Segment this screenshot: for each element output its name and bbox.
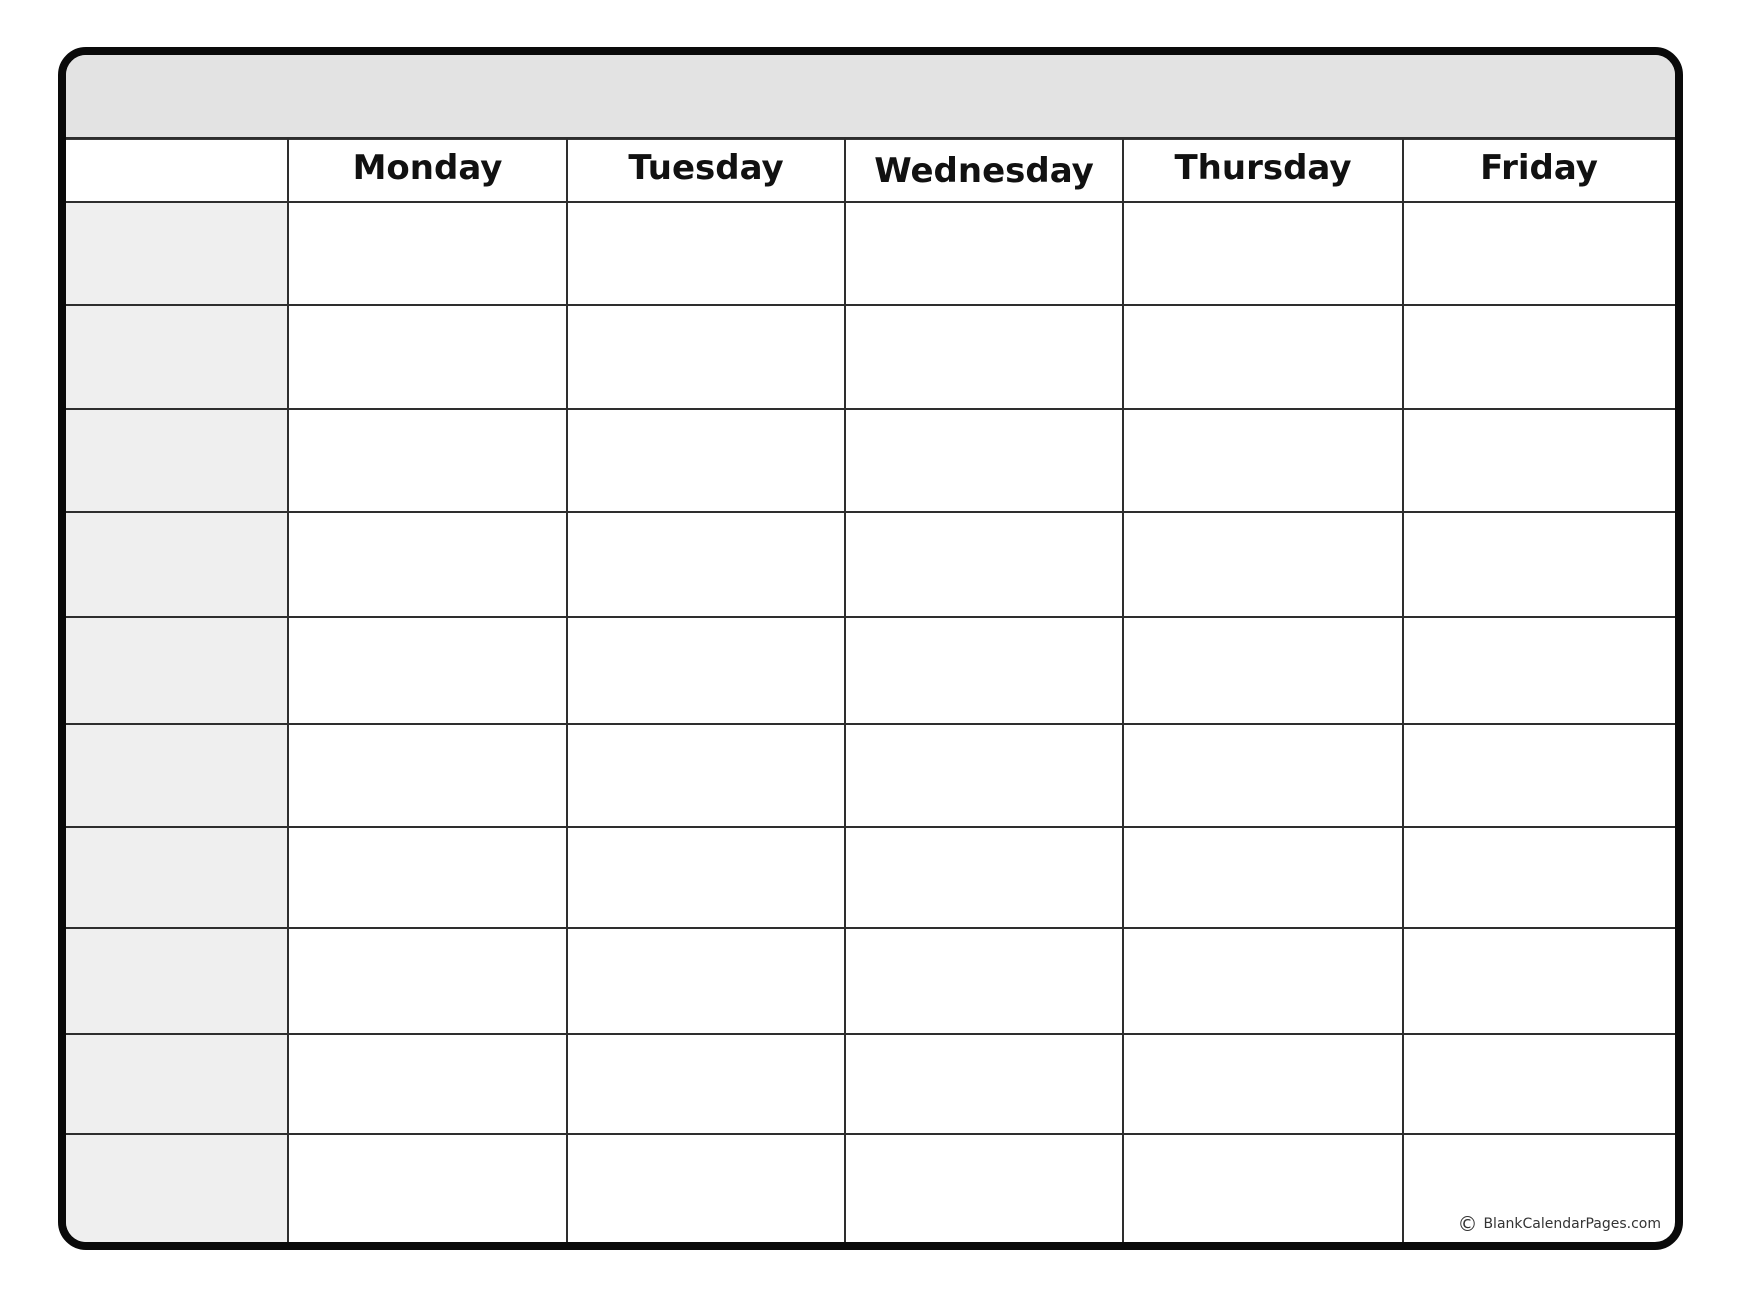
day-header-friday: Friday xyxy=(1480,148,1598,188)
schedule-cell-thursday[interactable] xyxy=(1123,305,1403,409)
schedule-cell-thursday[interactable] xyxy=(1123,1134,1403,1242)
grid-column-divider xyxy=(566,138,568,1242)
schedule-cell-tuesday[interactable] xyxy=(567,617,845,724)
schedule-cell-monday[interactable] xyxy=(288,617,567,724)
day-header-monday: Monday xyxy=(352,148,503,188)
schedule-cell-thursday[interactable] xyxy=(1123,202,1403,305)
schedule-cell-wednesday[interactable] xyxy=(845,724,1123,827)
schedule-cell-wednesday[interactable] xyxy=(845,617,1123,724)
schedule-cell-tuesday[interactable] xyxy=(567,827,845,928)
schedule-cell-thursday[interactable] xyxy=(1123,827,1403,928)
schedule-cell-wednesday[interactable] xyxy=(845,928,1123,1034)
grid-column-divider xyxy=(1122,138,1124,1242)
schedule-cell-monday[interactable] xyxy=(288,724,567,827)
schedule-cell-tuesday[interactable] xyxy=(567,305,845,409)
calendar-grid: Monday Tuesday Wednesday Thursday Friday xyxy=(66,55,1675,1242)
schedule-cell-monday[interactable] xyxy=(288,305,567,409)
grid-row-divider xyxy=(66,927,1675,929)
time-slot-label[interactable] xyxy=(66,512,288,617)
grid-row-divider xyxy=(66,1033,1675,1035)
grid-row-divider xyxy=(66,201,1675,203)
schedule-cell-friday[interactable] xyxy=(1403,305,1675,409)
schedule-cell-friday[interactable] xyxy=(1403,724,1675,827)
grid-row-divider xyxy=(66,304,1675,306)
schedule-cell-thursday[interactable] xyxy=(1123,512,1403,617)
schedule-cell-friday[interactable] xyxy=(1403,512,1675,617)
grid-column-divider xyxy=(1402,138,1404,1242)
schedule-cell-thursday[interactable] xyxy=(1123,409,1403,512)
grid-row-divider xyxy=(66,408,1675,410)
grid-column-divider xyxy=(844,138,846,1242)
schedule-cell-friday[interactable] xyxy=(1403,928,1675,1034)
schedule-cell-monday[interactable] xyxy=(288,827,567,928)
schedule-cell-tuesday[interactable] xyxy=(567,202,845,305)
time-slot-label[interactable] xyxy=(66,827,288,928)
grid-row-divider xyxy=(66,616,1675,618)
header-corner-cell xyxy=(66,138,288,202)
copyright-icon: © xyxy=(1457,1212,1478,1236)
grid-row-divider xyxy=(66,511,1675,513)
copyright-notice: © BlankCalendarPages.com xyxy=(1457,1214,1661,1234)
weekly-calendar: Monday Tuesday Wednesday Thursday Friday © B… xyxy=(58,47,1683,1250)
schedule-cell-tuesday[interactable] xyxy=(567,1134,845,1242)
day-header-wednesday: Wednesday xyxy=(874,151,1094,191)
day-header-tuesday: Tuesday xyxy=(628,148,784,188)
grid-row-divider xyxy=(66,137,1675,139)
schedule-cell-friday[interactable] xyxy=(1403,1034,1675,1134)
schedule-cell-thursday[interactable] xyxy=(1123,1034,1403,1134)
schedule-cell-friday[interactable] xyxy=(1403,617,1675,724)
schedule-cell-friday[interactable] xyxy=(1403,202,1675,305)
schedule-cell-tuesday[interactable] xyxy=(567,928,845,1034)
schedule-cell-monday[interactable] xyxy=(288,1034,567,1134)
schedule-cell-monday[interactable] xyxy=(288,512,567,617)
time-slot-label[interactable] xyxy=(66,305,288,409)
grid-row-divider xyxy=(66,826,1675,828)
schedule-cell-tuesday[interactable] xyxy=(567,724,845,827)
grid-row-divider xyxy=(66,723,1675,725)
copyright-text[interactable]: BlankCalendarPages.com xyxy=(1483,1216,1661,1232)
grid-row-divider xyxy=(66,1133,1675,1135)
time-slot-label[interactable] xyxy=(66,1134,288,1242)
schedule-cell-friday[interactable] xyxy=(1403,827,1675,928)
day-header-thursday: Thursday xyxy=(1174,148,1352,188)
time-slot-label[interactable] xyxy=(66,617,288,724)
schedule-cell-tuesday[interactable] xyxy=(567,409,845,512)
schedule-cell-wednesday[interactable] xyxy=(845,1134,1123,1242)
time-slot-label[interactable] xyxy=(66,409,288,512)
time-slot-label[interactable] xyxy=(66,202,288,305)
schedule-cell-monday[interactable] xyxy=(288,928,567,1034)
schedule-cell-monday[interactable] xyxy=(288,1134,567,1242)
schedule-cell-thursday[interactable] xyxy=(1123,617,1403,724)
grid-column-divider xyxy=(287,138,289,1242)
schedule-cell-thursday[interactable] xyxy=(1123,724,1403,827)
schedule-cell-monday[interactable] xyxy=(288,409,567,512)
schedule-cell-tuesday[interactable] xyxy=(567,1034,845,1134)
time-slot-label[interactable] xyxy=(66,724,288,827)
schedule-cell-wednesday[interactable] xyxy=(845,409,1123,512)
schedule-cell-wednesday[interactable] xyxy=(845,305,1123,409)
time-slot-label[interactable] xyxy=(66,928,288,1034)
schedule-cell-wednesday[interactable] xyxy=(845,827,1123,928)
schedule-cell-wednesday[interactable] xyxy=(845,512,1123,617)
schedule-cell-monday[interactable] xyxy=(288,202,567,305)
schedule-cell-wednesday[interactable] xyxy=(845,1034,1123,1134)
schedule-cell-thursday[interactable] xyxy=(1123,928,1403,1034)
schedule-cell-tuesday[interactable] xyxy=(567,512,845,617)
time-slot-label[interactable] xyxy=(66,1034,288,1134)
schedule-cell-friday[interactable] xyxy=(1403,409,1675,512)
schedule-cell-wednesday[interactable] xyxy=(845,202,1123,305)
